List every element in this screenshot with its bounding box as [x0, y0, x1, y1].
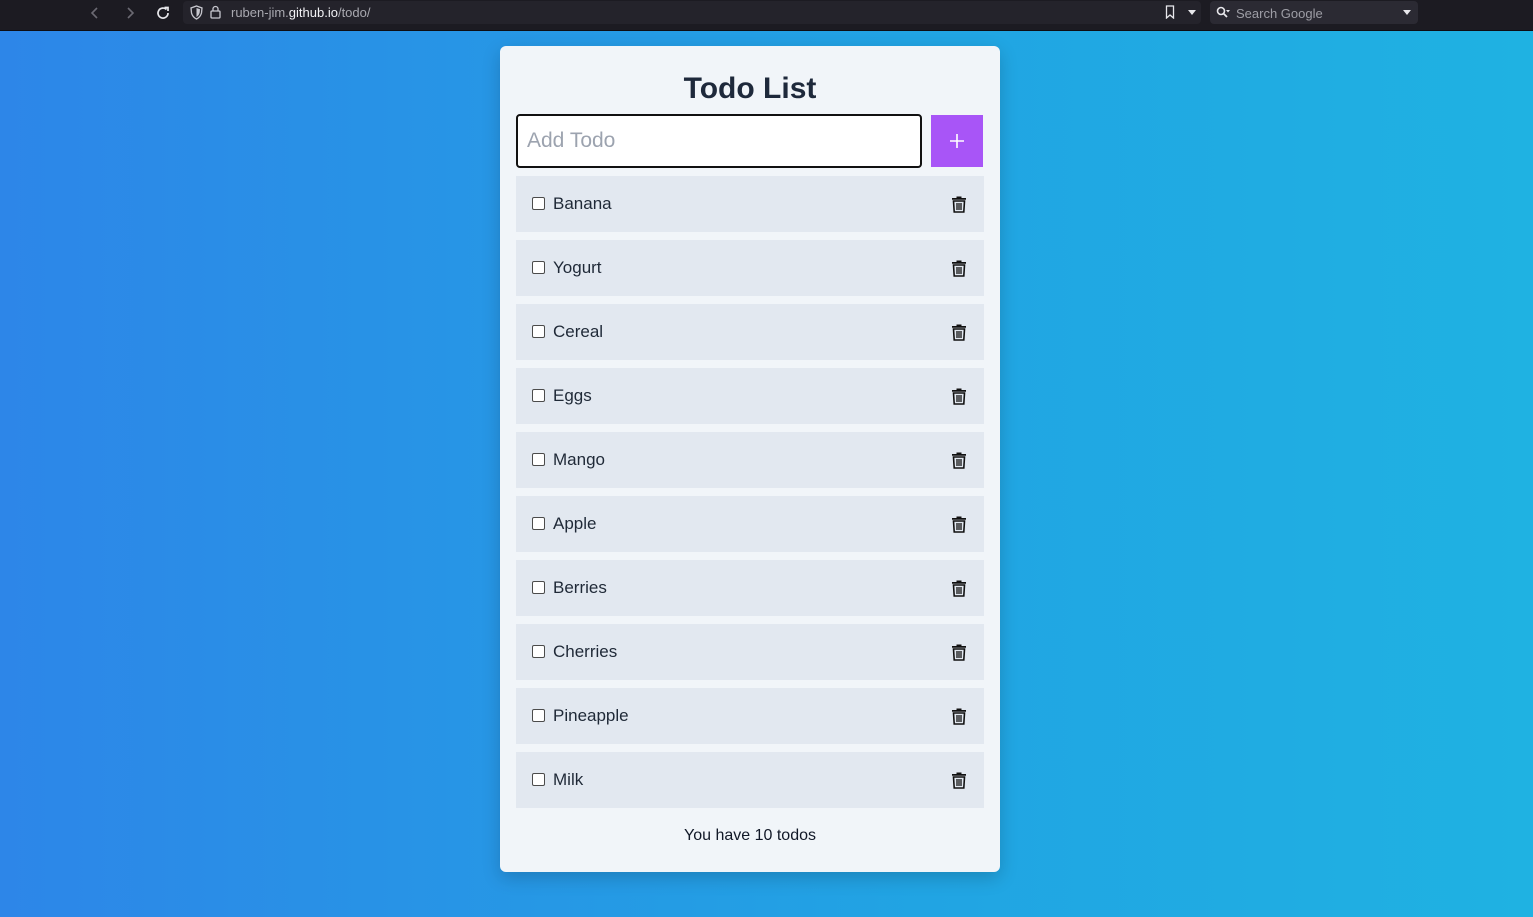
todo-list: Banana Yogurt Cereal Eggs Mango Apple Berries C… — [516, 176, 984, 816]
todo-label: Milk — [553, 770, 584, 789]
trash-icon — [952, 644, 966, 661]
todo-label: Yogurt — [553, 258, 602, 277]
lock-icon — [210, 5, 221, 19]
trash-icon — [952, 772, 966, 789]
todo-item: Milk — [516, 752, 984, 808]
search-bar[interactable]: Search Google — [1210, 1, 1418, 24]
delete-todo-button[interactable] — [948, 641, 970, 663]
todo-checkbox[interactable] — [532, 325, 545, 338]
todo-item: Pineapple — [516, 688, 984, 744]
url-text: ruben-jim.github.io/todo/ — [231, 5, 370, 20]
todo-item: Mango — [516, 432, 984, 488]
shield-icon — [190, 5, 203, 20]
reload-icon — [157, 6, 169, 19]
todo-count: You have 10 todos — [684, 827, 816, 844]
add-todo-button[interactable] — [931, 115, 983, 167]
todo-item: Berries — [516, 560, 984, 616]
chevron-down-icon[interactable] — [1402, 9, 1412, 16]
todo-label: Cereal — [553, 322, 604, 341]
todo-item: Eggs — [516, 368, 984, 424]
url-path: /todo/ — [337, 5, 371, 20]
delete-todo-button[interactable] — [948, 321, 970, 343]
reload-button[interactable] — [150, 0, 176, 25]
todo-label: Berries — [553, 578, 607, 597]
chevron-right-icon — [127, 6, 135, 19]
delete-todo-button[interactable] — [948, 449, 970, 471]
page-title: Todo List — [683, 72, 817, 105]
todo-checkbox[interactable] — [532, 709, 545, 722]
trash-icon — [952, 708, 966, 725]
trash-icon — [952, 580, 966, 597]
trash-icon — [952, 516, 966, 533]
todo-label: Eggs — [553, 386, 592, 405]
plus-icon — [950, 134, 964, 148]
todo-item: Cherries — [516, 624, 984, 680]
todo-checkbox[interactable] — [532, 389, 545, 402]
todo-checkbox[interactable] — [532, 453, 545, 466]
browser-toolbar: ruben-jim.github.io/todo/ Search Google — [0, 0, 1533, 31]
url-domain: github.io — [288, 5, 338, 20]
trash-icon — [952, 196, 966, 213]
url-prefix: ruben-jim. — [231, 5, 289, 20]
delete-todo-button[interactable] — [948, 769, 970, 791]
todo-checkbox[interactable] — [532, 261, 545, 274]
delete-todo-button[interactable] — [948, 257, 970, 279]
delete-todo-button[interactable] — [948, 385, 970, 407]
forward-button[interactable] — [117, 0, 143, 25]
trash-icon — [952, 452, 966, 469]
todo-checkbox[interactable] — [532, 517, 545, 530]
search-placeholder: Search Google — [1236, 6, 1323, 21]
todo-item: Cereal — [516, 304, 984, 360]
trash-icon — [952, 388, 966, 405]
todo-checkbox[interactable] — [532, 581, 545, 594]
todo-label: Pineapple — [553, 706, 629, 725]
todo-label: Mango — [553, 450, 605, 469]
back-button[interactable] — [82, 0, 108, 25]
todo-label: Apple — [553, 514, 597, 533]
chevron-down-icon[interactable] — [1187, 9, 1197, 16]
todo-card: Todo List Banana Yogurt Cereal Eggs Mango App… — [500, 46, 1000, 872]
chevron-left-icon — [90, 6, 98, 19]
delete-todo-button[interactable] — [948, 577, 970, 599]
todo-label: Banana — [553, 194, 612, 213]
todo-item: Apple — [516, 496, 984, 552]
todo-checkbox[interactable] — [532, 773, 545, 786]
delete-todo-button[interactable] — [948, 513, 970, 535]
trash-icon — [952, 324, 966, 341]
add-todo-input[interactable] — [516, 114, 922, 168]
delete-todo-button[interactable] — [948, 193, 970, 215]
todo-checkbox[interactable] — [532, 645, 545, 658]
todo-checkbox[interactable] — [532, 197, 545, 210]
todo-item: Banana — [516, 176, 984, 232]
todo-item: Yogurt — [516, 240, 984, 296]
todo-label: Cherries — [553, 642, 618, 661]
trash-icon — [952, 260, 966, 277]
address-bar[interactable]: ruben-jim.github.io/todo/ — [183, 1, 1201, 24]
delete-todo-button[interactable] — [948, 705, 970, 727]
search-icon — [1216, 6, 1230, 18]
bookmark-icon[interactable] — [1165, 5, 1175, 19]
